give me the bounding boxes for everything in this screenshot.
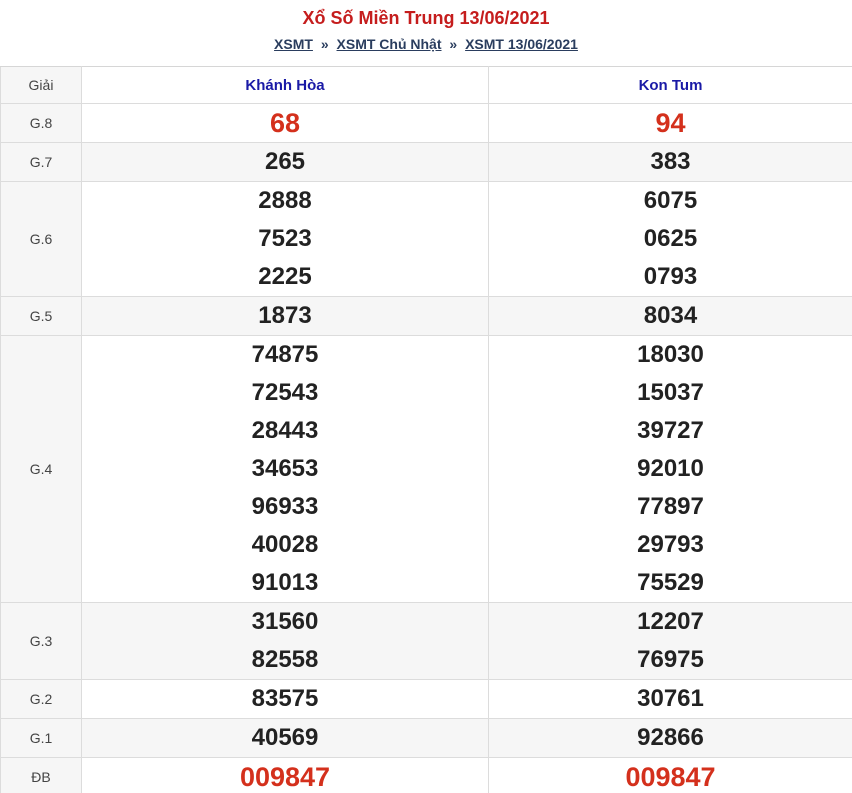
winning-number: 15037 <box>637 379 704 406</box>
winning-number: 18030 <box>637 341 704 368</box>
page-header: Xổ Số Miền Trung 13/06/2021 XSMT » XSMT … <box>0 0 852 66</box>
winning-number: 265 <box>264 148 306 175</box>
breadcrumb-separator: » <box>320 36 329 52</box>
prize-label: G.2 <box>0 679 82 719</box>
prize-row: G.8 68 94 <box>0 103 852 143</box>
prize-row: G.7 265 383 <box>0 142 852 182</box>
winning-number: 75529 <box>637 569 704 596</box>
winning-number: 0793 <box>643 263 698 290</box>
prize-label: G.8 <box>0 103 82 143</box>
winning-number: 009847 <box>625 762 716 792</box>
prize-row: G.4 74875 72543 28443 34653 96933 40028 91013 18… <box>0 335 852 603</box>
breadcrumb: XSMT » XSMT Chủ Nhật » XSMT 13/06/2021 <box>0 36 852 52</box>
winning-number: 83575 <box>251 685 319 712</box>
kon-tum-numbers: 8034 <box>488 296 852 336</box>
winning-number: 76975 <box>637 646 704 673</box>
prize-label: G.6 <box>0 181 82 297</box>
kon-tum-numbers: 383 <box>488 142 852 182</box>
winning-number: 6075 <box>643 187 698 214</box>
khanh-hoa-numbers: 83575 <box>81 679 489 719</box>
prize-label: G.1 <box>0 718 82 758</box>
winning-number: 77897 <box>637 493 704 520</box>
table-header-row: Giải Khánh Hòa Kon Tum <box>0 66 852 104</box>
page-title: Xổ Số Miền Trung 13/06/2021 <box>302 8 550 28</box>
winning-number: 29793 <box>637 531 704 558</box>
winning-number: 92010 <box>637 455 704 482</box>
winning-number: 009847 <box>239 762 331 792</box>
winning-number: 34653 <box>251 455 319 482</box>
winning-number: 96933 <box>251 493 319 520</box>
khanh-hoa-numbers: 1873 <box>81 296 489 336</box>
winning-number: 92866 <box>637 724 704 751</box>
winning-number: 91013 <box>251 569 319 596</box>
winning-number: 40028 <box>251 531 319 558</box>
khanh-hoa-numbers: 2888 7523 2225 <box>81 181 489 297</box>
prize-table-body: G.8 68 94 G.7 265 383 G.6 2888 7523 2225 6075 0625 0… <box>0 103 852 793</box>
breadcrumb-link-xsmt-date[interactable]: XSMT 13/06/2021 <box>465 36 578 52</box>
winning-number: 30761 <box>637 685 704 712</box>
winning-number: 28443 <box>251 417 319 444</box>
province-header-kon-tum: Kon Tum <box>488 66 852 104</box>
kon-tum-numbers: 6075 0625 0793 <box>488 181 852 297</box>
winning-number: 82558 <box>251 646 319 673</box>
winning-number: 2225 <box>258 263 312 290</box>
winning-number: 74875 <box>251 341 319 368</box>
prize-row: G.2 83575 30761 <box>0 679 852 719</box>
kon-tum-numbers: 18030 15037 39727 92010 77897 29793 75529 <box>488 335 852 603</box>
prize-row: G.1 40569 92866 <box>0 718 852 758</box>
prize-row: G.6 2888 7523 2225 6075 0625 0793 <box>0 181 852 297</box>
khanh-hoa-numbers: 68 <box>81 103 489 143</box>
kon-tum-numbers: 92866 <box>488 718 852 758</box>
winning-number: 40569 <box>251 724 319 751</box>
results-table: Giải Khánh Hòa Kon Tum G.8 68 94 G.7 265 383 G… <box>0 66 852 793</box>
winning-number: 72543 <box>251 379 319 406</box>
winning-number: 12207 <box>637 608 704 635</box>
kon-tum-numbers: 009847 <box>488 757 852 793</box>
winning-number: 0625 <box>643 225 698 252</box>
winning-number: 383 <box>650 148 691 175</box>
kon-tum-numbers: 94 <box>488 103 852 143</box>
khanh-hoa-numbers: 40569 <box>81 718 489 758</box>
prize-row: G.5 1873 8034 <box>0 296 852 336</box>
winning-number: 39727 <box>637 417 704 444</box>
winning-number: 1873 <box>258 302 312 329</box>
khanh-hoa-numbers: 31560 82558 <box>81 602 489 680</box>
prize-label: G.5 <box>0 296 82 336</box>
breadcrumb-separator: » <box>449 36 458 52</box>
prize-label: G.7 <box>0 142 82 182</box>
kon-tum-numbers: 30761 <box>488 679 852 719</box>
kon-tum-numbers: 12207 76975 <box>488 602 852 680</box>
winning-number: 94 <box>655 108 686 138</box>
prize-row: ĐB 009847 009847 <box>0 757 852 793</box>
winning-number: 2888 <box>258 187 312 214</box>
breadcrumb-link-xsmt-chu-nhat[interactable]: XSMT Chủ Nhật <box>337 36 442 52</box>
winning-number: 7523 <box>258 225 312 252</box>
prize-label: ĐB <box>0 757 82 793</box>
winning-number: 31560 <box>251 608 319 635</box>
winning-number: 8034 <box>643 302 698 329</box>
khanh-hoa-numbers: 265 <box>81 142 489 182</box>
prize-row: G.3 31560 82558 12207 76975 <box>0 602 852 680</box>
khanh-hoa-numbers: 009847 <box>81 757 489 793</box>
province-header-khanh-hoa: Khánh Hòa <box>81 66 489 104</box>
winning-number: 68 <box>269 108 301 138</box>
khanh-hoa-numbers: 74875 72543 28443 34653 96933 40028 91013 <box>81 335 489 603</box>
prize-column-header: Giải <box>0 66 82 104</box>
prize-label: G.3 <box>0 602 82 680</box>
prize-label: G.4 <box>0 335 82 603</box>
breadcrumb-link-xsmt[interactable]: XSMT <box>274 36 313 52</box>
